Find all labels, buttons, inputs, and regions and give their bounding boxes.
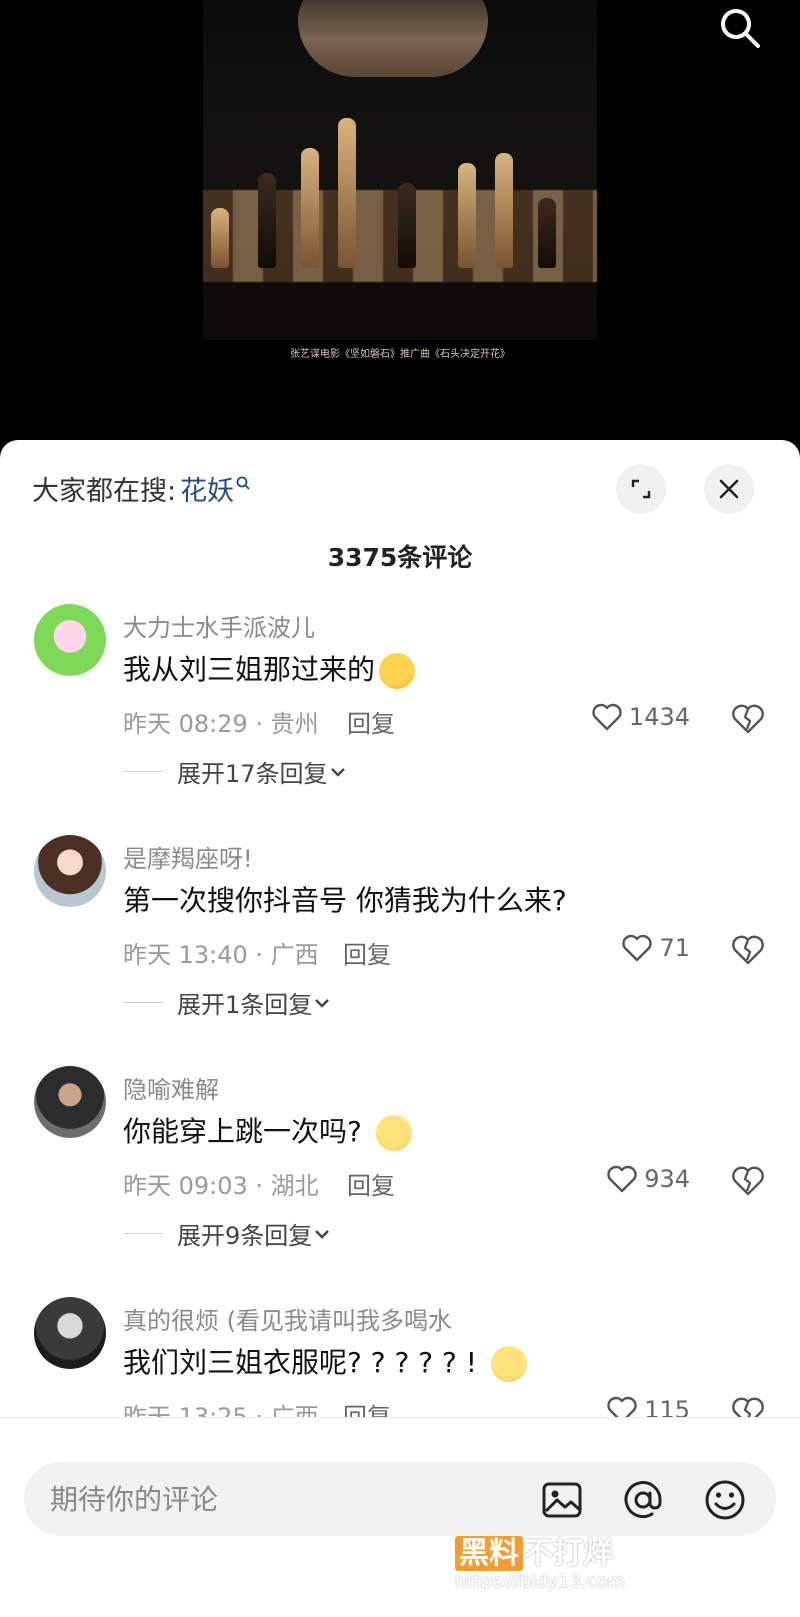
- search-icon[interactable]: [718, 6, 762, 50]
- expand-button[interactable]: [616, 464, 666, 514]
- mention-icon[interactable]: [621, 1478, 665, 1522]
- comment-text-content: 我们刘三姐衣服呢? ? ? ? ? !: [123, 1346, 478, 1379]
- video-player[interactable]: 张艺谋电影《坚如磐石》推广曲《石头决定开花》: [0, 0, 800, 445]
- emoji-icon[interactable]: [703, 1478, 747, 1522]
- comment-text-content: 你能穿上跳一次吗?: [123, 1115, 362, 1148]
- comment-text: 我从刘三姐那过来的: [123, 648, 416, 689]
- hot-search-label: 大家都在搜:: [32, 475, 177, 507]
- chess-piece: [258, 173, 276, 268]
- expand-replies-button[interactable]: 展开1条回复: [123, 985, 332, 1020]
- comment-input-placeholder: 期待你的评论: [50, 1483, 219, 1516]
- watermark-part1: 黑料: [455, 1536, 523, 1571]
- broken-heart-icon[interactable]: [730, 933, 766, 967]
- laugh-cry-emoji-icon: [379, 653, 416, 689]
- grin-emoji-icon: [491, 1346, 528, 1382]
- hot-search-bar[interactable]: 大家都在搜: 花妖: [32, 468, 250, 508]
- comment-username[interactable]: 真的很烦 (看见我请叫我多喝水: [123, 1301, 452, 1336]
- comment-meta: 昨天 08:29 · 贵州: [123, 710, 319, 738]
- comment-username[interactable]: 隐喻难解: [123, 1070, 219, 1105]
- comment-text: 你能穿上跳一次吗?: [123, 1110, 412, 1151]
- expand-replies-label: 展开9条回复: [177, 1222, 313, 1250]
- hot-search-keyword[interactable]: 花妖: [180, 469, 234, 508]
- watermark-part2: 不打烊: [523, 1536, 613, 1571]
- chess-piece: [211, 208, 229, 268]
- comment-username[interactable]: 是摩羯座呀!: [123, 839, 253, 874]
- close-icon: [719, 479, 739, 499]
- avatar[interactable]: [34, 835, 106, 907]
- chess-piece: [398, 183, 416, 268]
- video-caption: 张艺谋电影《坚如磐石》推广曲《石头决定开花》: [290, 349, 510, 360]
- like-count: 934: [644, 1165, 690, 1193]
- comment-meta: 昨天 09:03 · 湖北: [123, 1172, 319, 1200]
- avatar[interactable]: [34, 1066, 106, 1138]
- broken-heart-icon[interactable]: [730, 1164, 766, 1198]
- broken-heart-icon[interactable]: [730, 702, 766, 736]
- video-frame: [203, 0, 597, 340]
- comment-text-content: 我从刘三姐那过来的: [123, 653, 376, 686]
- image-icon[interactable]: [540, 1478, 584, 1522]
- expand-replies-label: 展开17条回复: [177, 760, 328, 788]
- reply-button[interactable]: 回复: [347, 1166, 395, 1201]
- like-count: 1434: [628, 703, 690, 731]
- comments-count: 3375条评论: [327, 543, 473, 572]
- watermark: 黑料 不打烊: [455, 1528, 613, 1572]
- hand-image: [298, 0, 488, 77]
- avatar[interactable]: [34, 1297, 106, 1369]
- chevron-down-icon: [330, 767, 345, 777]
- like-button[interactable]: 1434: [591, 702, 690, 732]
- heart-icon: [622, 934, 653, 962]
- divider: [123, 771, 163, 772]
- divider: [123, 1233, 163, 1234]
- like-button[interactable]: 934: [606, 1164, 690, 1194]
- chess-piece: [301, 148, 319, 268]
- flushed-emoji-icon: [375, 1115, 412, 1151]
- avatar[interactable]: [34, 604, 106, 676]
- comment-meta: 昨天 13:40 · 广西: [123, 941, 319, 969]
- chess-piece: [495, 153, 513, 268]
- comment-username[interactable]: 大力士水手派波儿: [123, 608, 315, 643]
- watermark-url: https://bldy13.com: [455, 1571, 626, 1592]
- heart-icon: [607, 1165, 637, 1193]
- heart-icon: [592, 703, 622, 731]
- chevron-down-icon: [315, 1229, 330, 1239]
- expand-replies-button[interactable]: 展开17条回复: [123, 754, 348, 789]
- chevron-down-icon: [315, 998, 330, 1008]
- expand-replies-button[interactable]: 展开9条回复: [123, 1216, 332, 1251]
- like-count: 71: [659, 934, 690, 962]
- chess-piece: [538, 198, 556, 268]
- close-button[interactable]: [704, 464, 754, 514]
- like-button[interactable]: 71: [621, 933, 690, 963]
- reply-button[interactable]: 回复: [343, 935, 391, 970]
- comment-text: 第一次搜你抖音号 你猜我为什么来?: [123, 884, 567, 917]
- divider: [123, 1002, 163, 1003]
- reply-button[interactable]: 回复: [347, 704, 395, 739]
- expand-icon: [631, 479, 651, 499]
- search-icon: [236, 476, 250, 490]
- comment-text: 我们刘三姐衣服呢? ? ? ? ? !: [123, 1341, 528, 1382]
- chess-piece: [338, 118, 356, 268]
- expand-replies-label: 展开1条回复: [177, 991, 313, 1019]
- chess-piece: [458, 163, 476, 268]
